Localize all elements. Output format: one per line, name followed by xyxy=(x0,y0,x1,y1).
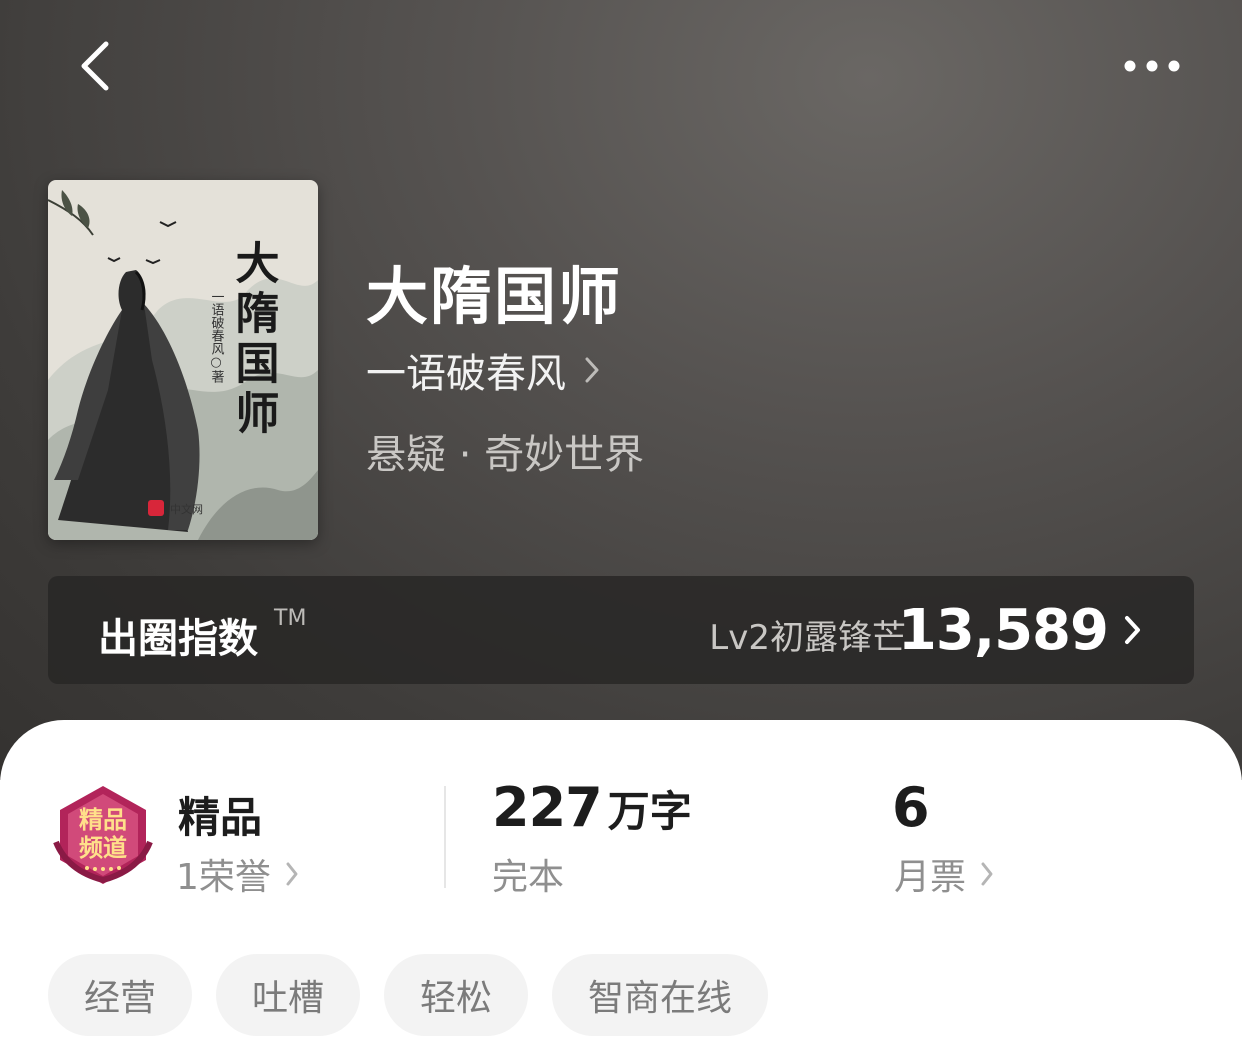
badge-text-bottom: 频道 xyxy=(79,833,127,862)
book-cover-illustration: 大隋国师 一语破春风○著 中文网 xyxy=(48,180,318,540)
cover-author: 一语破春风○著 xyxy=(209,290,225,384)
index-label: 出圈指数 xyxy=(98,616,258,662)
index-level: Lv2初露锋芒 xyxy=(709,618,906,658)
completion-status-label: 完本 xyxy=(492,857,565,898)
badge-text-top: 精品 xyxy=(79,805,127,834)
tag-chip[interactable]: 吐槽 xyxy=(216,954,361,1036)
word-count-number: 227 xyxy=(492,776,603,839)
honor-count: 1荣誉 xyxy=(176,857,271,898)
chevron-right-icon xyxy=(286,862,298,886)
premium-channel-badge-icon[interactable]: 精品 频道 xyxy=(50,782,156,888)
tag-chip[interactable]: 智商在线 xyxy=(552,954,769,1036)
book-header-background: 大隋国师 一语破春风○著 中文网 大隋国师 一语破春风 悬疑 · 奇妙世界 出圈… xyxy=(0,0,1242,780)
popularity-index-bar[interactable]: 出圈指数 TM Lv2初露锋芒 13,589 xyxy=(48,576,1194,684)
more-dots-icon xyxy=(1124,60,1180,72)
back-button[interactable] xyxy=(66,36,126,96)
chevron-left-icon xyxy=(81,41,109,91)
author-name: 一语破春风 xyxy=(366,351,566,397)
chevron-right-icon xyxy=(585,357,599,383)
completion-status: 完本 xyxy=(492,848,564,900)
tag-list: 经营 吐槽 轻松 智商在线 xyxy=(48,954,769,1036)
honor-title: 精品 xyxy=(178,793,263,842)
stats-divider xyxy=(444,786,446,888)
monthly-ticket-link[interactable]: 月票 xyxy=(894,848,994,900)
trademark-mark: TM xyxy=(274,606,307,631)
monthly-ticket-number: 6 xyxy=(892,776,930,839)
book-category: 悬疑 · 奇妙世界 xyxy=(366,432,645,478)
monthly-ticket-label: 月票 xyxy=(894,857,967,898)
book-cover[interactable]: 大隋国师 一语破春风○著 中文网 xyxy=(48,180,318,540)
monthly-ticket-count: 6 xyxy=(892,776,930,839)
tag-chip[interactable]: 轻松 xyxy=(384,954,529,1036)
tag-chip[interactable]: 经营 xyxy=(48,954,193,1036)
author-link[interactable]: 一语破春风 xyxy=(366,344,600,397)
cover-title: 大隋国师 xyxy=(228,240,280,440)
word-count: 227 万字 xyxy=(492,776,692,839)
chevron-right-icon xyxy=(981,862,993,886)
honor-link[interactable]: 1荣誉 xyxy=(176,848,299,900)
index-value: 13,589 xyxy=(897,598,1109,663)
cover-publisher: 中文网 xyxy=(170,502,203,516)
more-options-button[interactable] xyxy=(1116,44,1188,88)
chevron-right-icon xyxy=(1125,616,1140,644)
book-title: 大隋国师 xyxy=(366,260,623,333)
word-count-unit: 万字 xyxy=(607,787,692,836)
